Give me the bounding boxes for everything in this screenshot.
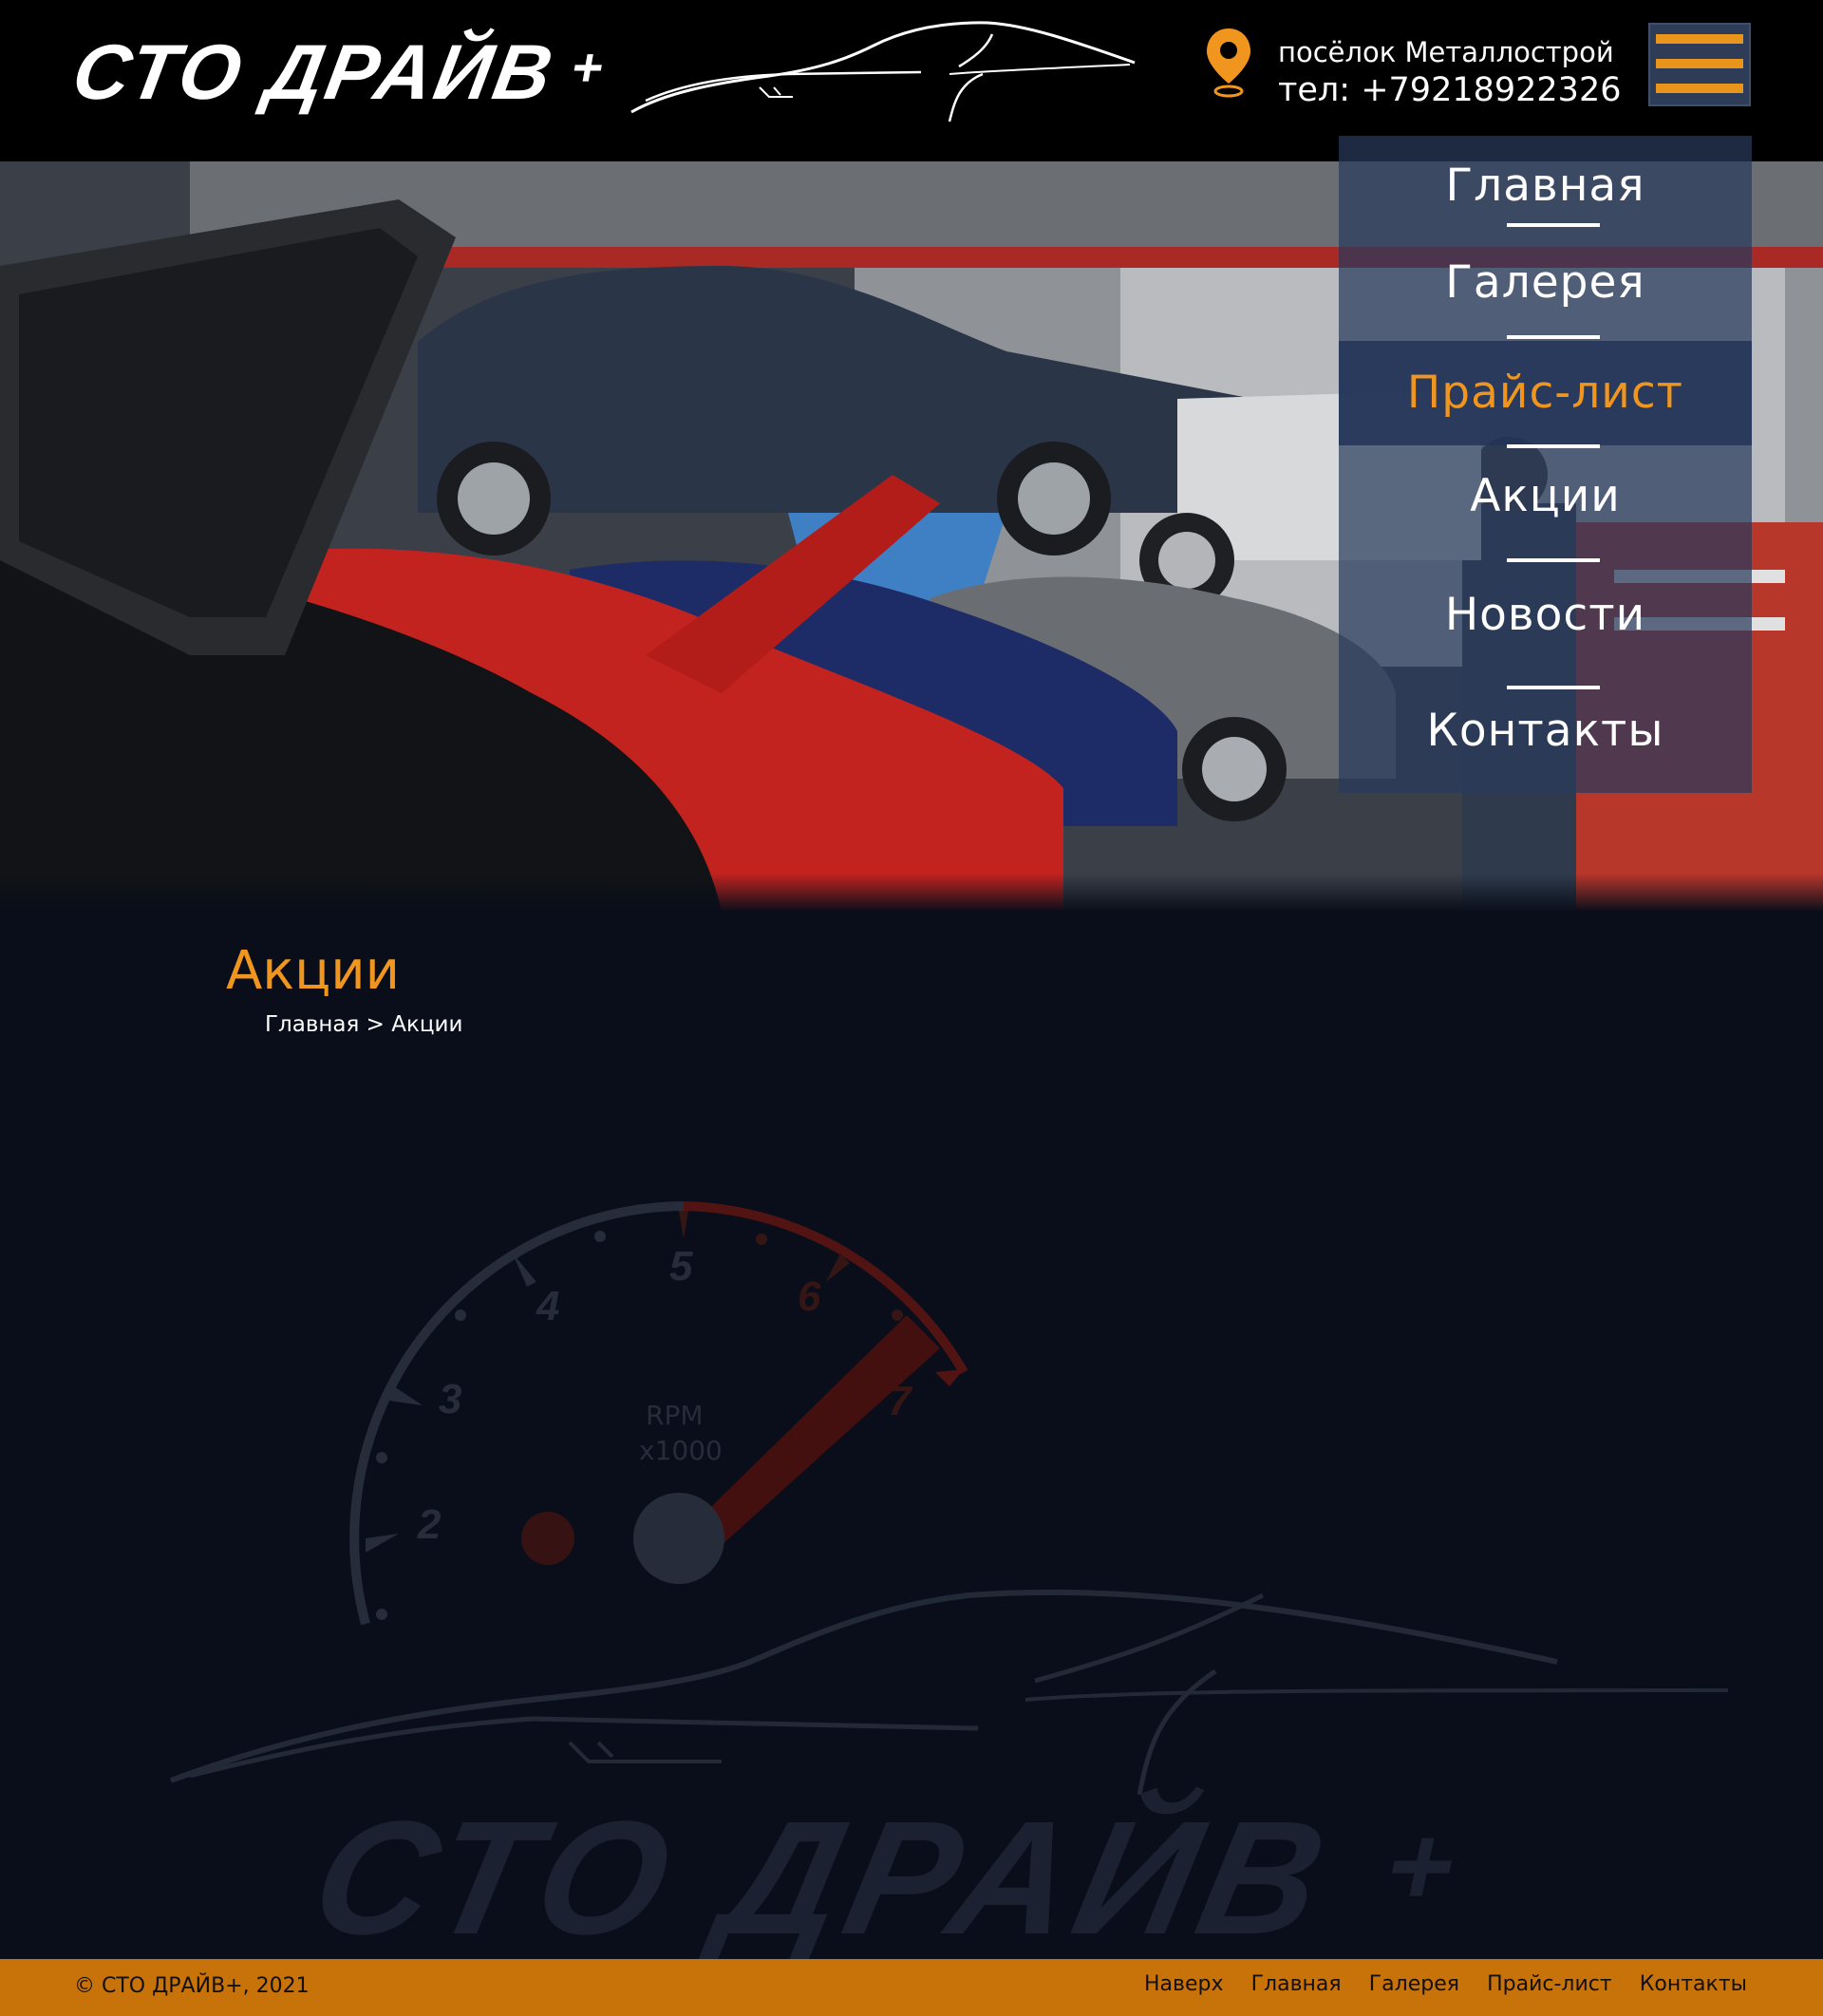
footer-link-gallery[interactable]: Галерея bbox=[1369, 1972, 1459, 1996]
hamburger-line bbox=[1656, 59, 1743, 68]
footer-nav: Наверх Главная Галерея Прайс-лист Контак… bbox=[1121, 1972, 1747, 1996]
menu-separator bbox=[1507, 335, 1600, 339]
footer-link-price-list[interactable]: Прайс-лист bbox=[1487, 1972, 1612, 1996]
contact-block: посёлок Металлострой тел: +79218922326 bbox=[1278, 34, 1621, 110]
site-logo[interactable]: СТО ДРАЙВ+ bbox=[66, 28, 612, 118]
copyright-text: © СТО ДРАЙВ+, 2021 bbox=[74, 1974, 310, 1998]
footer-link-top[interactable]: Наверх bbox=[1144, 1972, 1224, 1996]
breadcrumb-separator: > bbox=[366, 1012, 385, 1037]
breadcrumb: Главная > Акции bbox=[265, 1012, 462, 1037]
menu-separator bbox=[1507, 223, 1600, 227]
gauge-label-5: 5 bbox=[669, 1243, 693, 1290]
menu-item-news[interactable]: Новости bbox=[1339, 582, 1752, 649]
watermark-logo: СТО ДРАЙВ + bbox=[298, 1785, 1477, 1971]
menu-item-price-list[interactable]: Прайс-лист bbox=[1339, 341, 1752, 445]
hero-fade bbox=[0, 874, 1823, 912]
menu-separator bbox=[1507, 558, 1600, 562]
gauge-label-3: 3 bbox=[439, 1376, 461, 1423]
footer-link-contacts[interactable]: Контакты bbox=[1640, 1972, 1747, 1996]
breadcrumb-current: Акции bbox=[391, 1012, 463, 1037]
menu-item-home[interactable]: Главная bbox=[1339, 153, 1752, 219]
location-pin-icon bbox=[1207, 28, 1250, 98]
breadcrumb-home-link[interactable]: Главная bbox=[265, 1012, 359, 1037]
gauge-unit-rpm: RPM bbox=[646, 1400, 704, 1431]
menu-separator bbox=[1507, 444, 1600, 448]
gauge-label-4: 4 bbox=[536, 1283, 559, 1329]
site-footer: © СТО ДРАЙВ+, 2021 Наверх Главная Галере… bbox=[0, 1959, 1823, 2016]
gauge-label-2: 2 bbox=[417, 1501, 442, 1548]
menu-item-contacts[interactable]: Контакты bbox=[1339, 698, 1752, 764]
hamburger-menu-button[interactable] bbox=[1648, 23, 1751, 106]
address-text: посёлок Металлострой bbox=[1278, 36, 1614, 68]
logo-text: СТО ДРАЙВ bbox=[66, 29, 561, 116]
watermark-logo-text: СТО ДРАЙВ bbox=[298, 1788, 1346, 1969]
menu-separator bbox=[1507, 686, 1600, 689]
car-outline-icon bbox=[630, 21, 1136, 122]
phone-text[interactable]: тел: +79218922326 bbox=[1278, 70, 1621, 110]
footer-link-home[interactable]: Главная bbox=[1251, 1972, 1342, 1996]
page-title: Акции bbox=[226, 940, 401, 1002]
logo-plus: + bbox=[566, 37, 611, 97]
gauge-label-6: 6 bbox=[798, 1273, 821, 1320]
hamburger-line bbox=[1656, 84, 1743, 93]
menu-item-gallery[interactable]: Галерея bbox=[1339, 250, 1752, 316]
gauge-unit-x1000: x1000 bbox=[639, 1435, 723, 1466]
main-menu-dropdown: Главная Галерея Прайс-лист Акции Новости… bbox=[1339, 136, 1752, 793]
menu-item-promotions[interactable]: Акции bbox=[1339, 463, 1752, 530]
hamburger-line bbox=[1656, 34, 1743, 44]
